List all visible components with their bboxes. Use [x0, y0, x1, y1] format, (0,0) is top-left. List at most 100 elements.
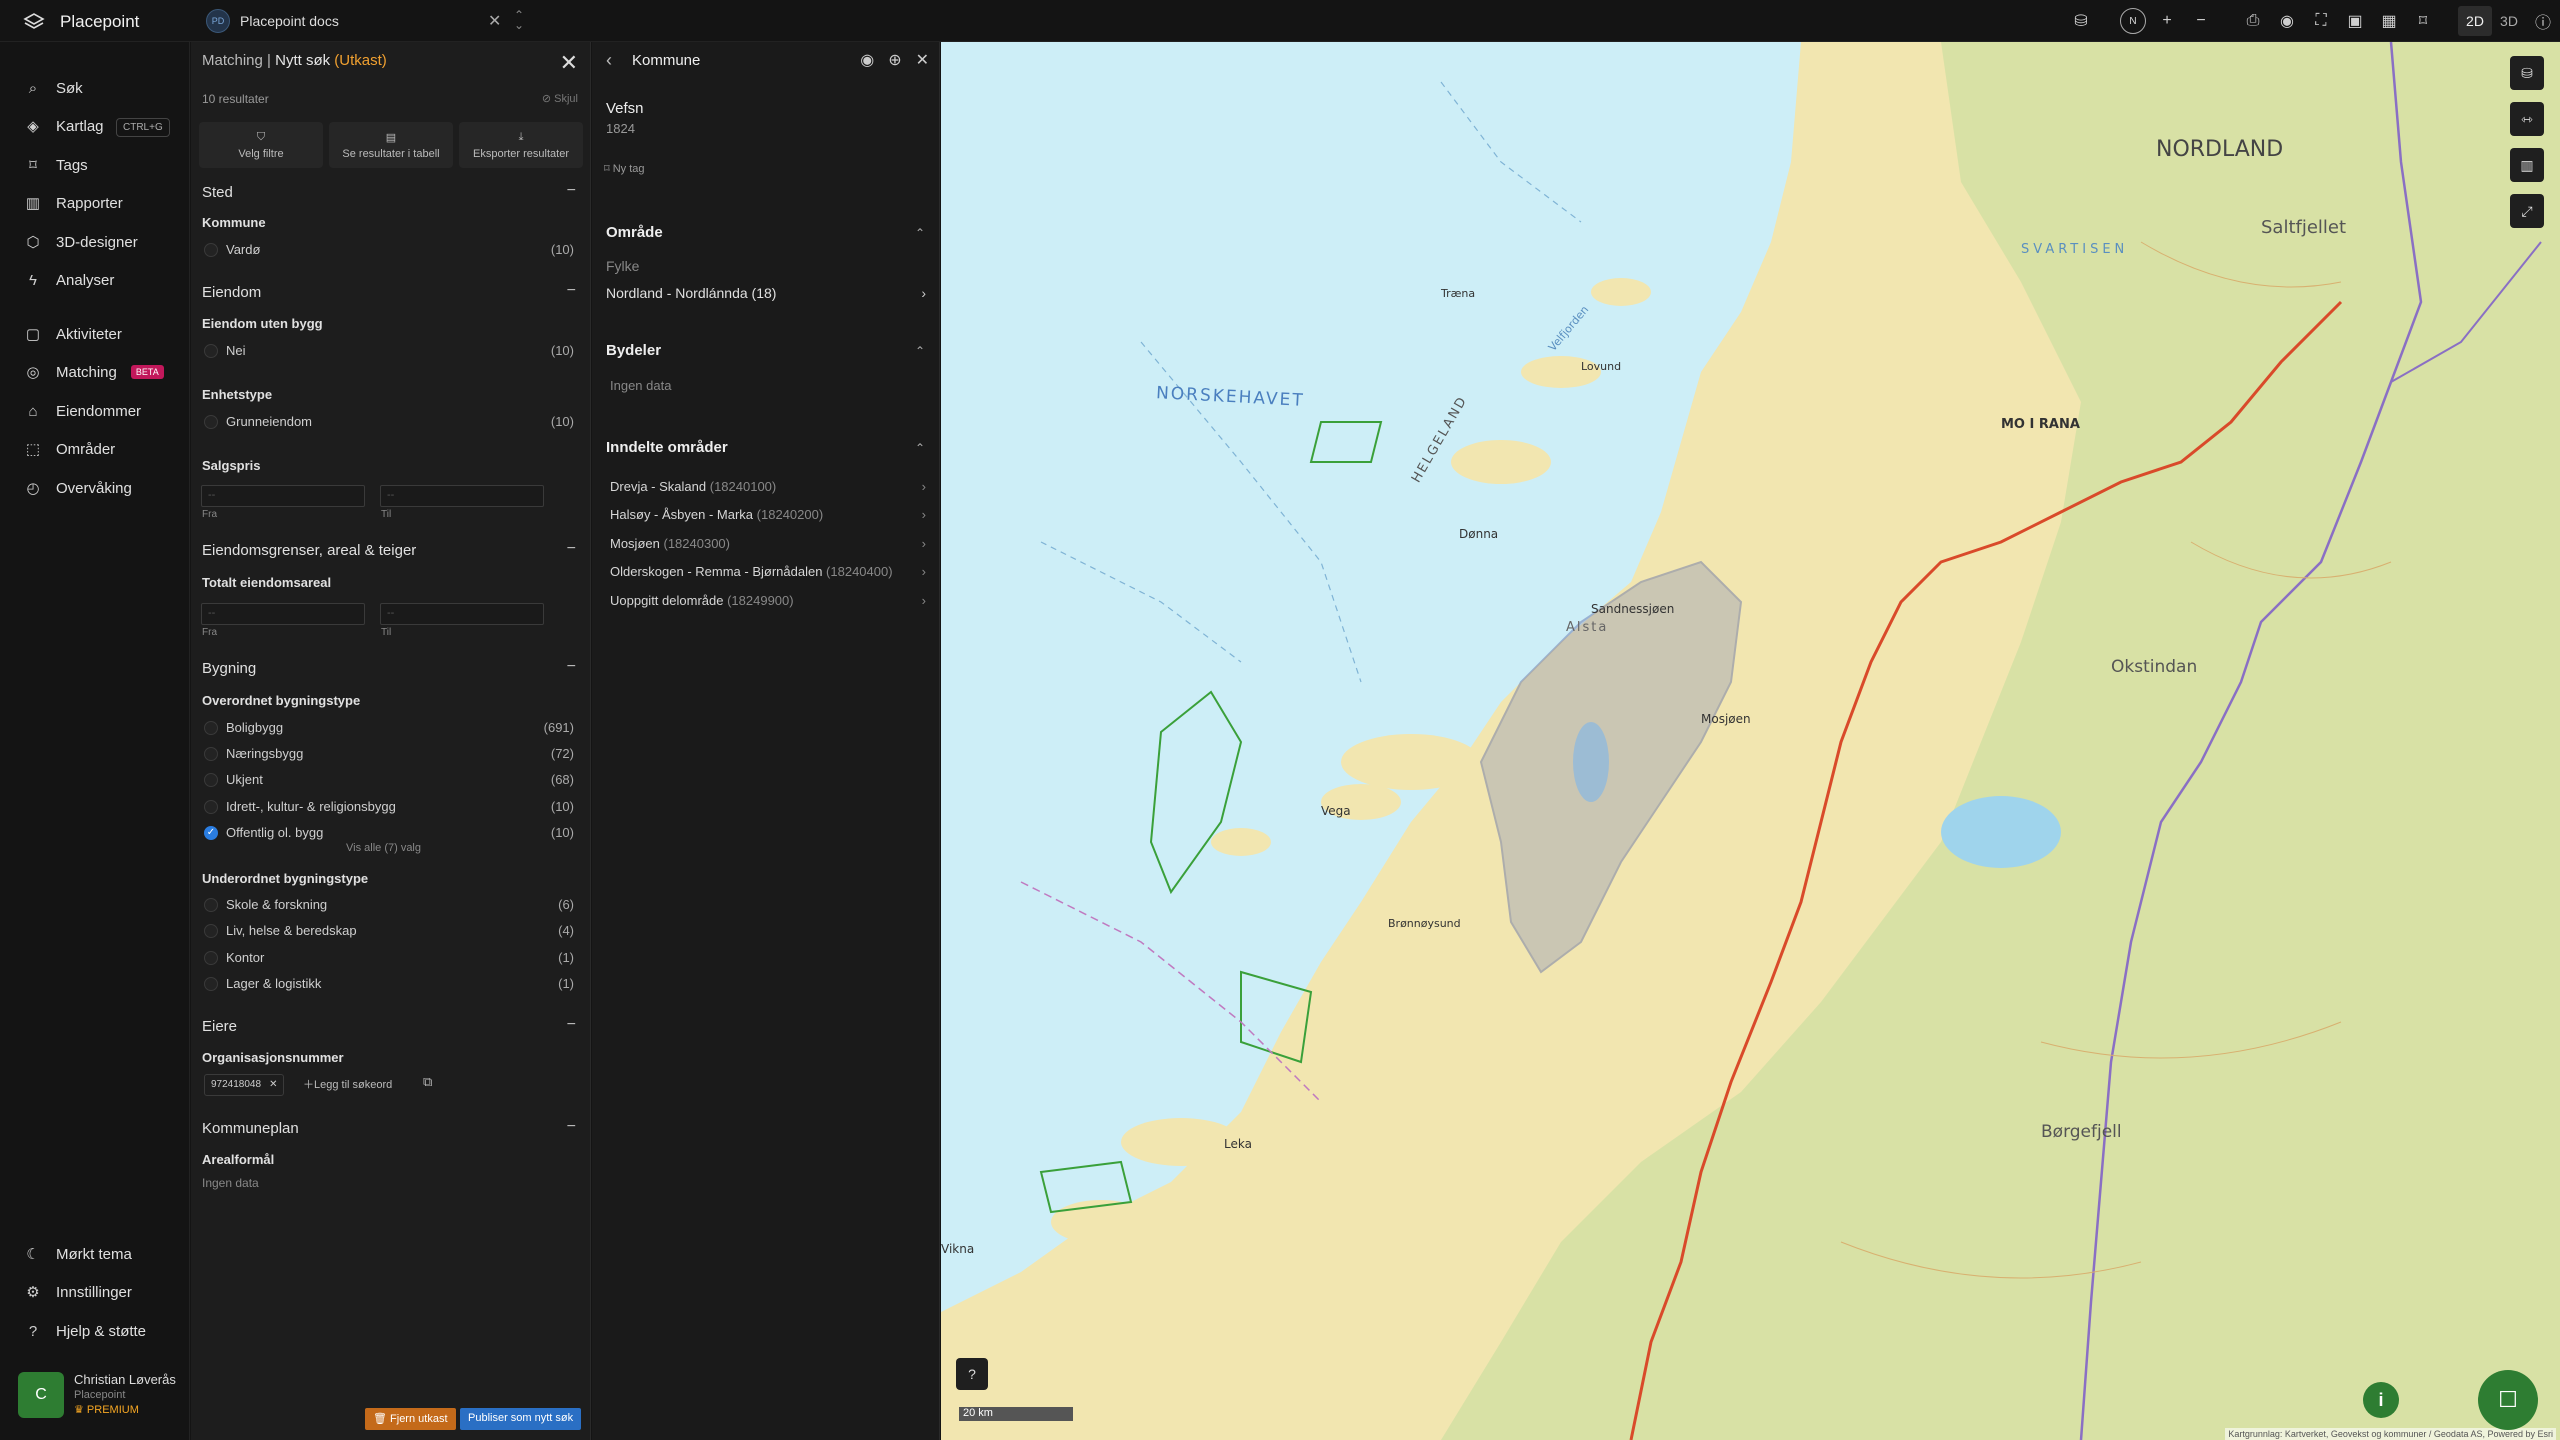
copy-icon[interactable]: ⧉: [423, 1074, 432, 1090]
sidebar-item-matching[interactable]: ◎ Matching BETA: [24, 360, 164, 384]
map-view[interactable]: NORSKEHAVET HELGELAND NORDLAND SVARTISEN…: [941, 42, 2560, 1440]
collapse-icon[interactable]: −: [567, 182, 576, 200]
add-keyword-button[interactable]: ＋Legg til søkeord: [303, 1076, 392, 1092]
close-icon[interactable]: ✕: [560, 50, 578, 76]
checkbox-skole[interactable]: Skole & forskning (6): [204, 897, 574, 912]
chevron-up-icon[interactable]: ⌃: [915, 344, 925, 358]
collapse-icon[interactable]: −: [567, 282, 576, 300]
view-table-button[interactable]: ▤ Se resultater i tabell: [329, 122, 453, 168]
collapse-icon[interactable]: −: [567, 658, 576, 676]
areal-from-input[interactable]: --: [201, 603, 365, 625]
chevron-up-icon[interactable]: ⌃: [915, 441, 925, 455]
collapse-icon[interactable]: −: [567, 1016, 576, 1034]
view-2d-button[interactable]: 2D: [2458, 6, 2492, 36]
grid-icon[interactable]: ▦: [2372, 0, 2406, 42]
map-layers-icon[interactable]: ⛁: [2510, 56, 2544, 90]
checkbox-kontor[interactable]: Kontor (1): [204, 950, 574, 965]
print-icon[interactable]: ⎙: [2236, 0, 2270, 42]
sidebar-item-rapporter[interactable]: ▥ Rapporter: [24, 191, 123, 215]
close-icon[interactable]: ✕: [916, 50, 929, 70]
show-all-link[interactable]: Vis alle (7) valg: [346, 842, 421, 854]
area-row[interactable]: Olderskogen - Remma - Bjørnådalen (18240…: [610, 564, 926, 579]
area-row[interactable]: Uoppgitt delområde (18249900) ›: [610, 593, 926, 608]
collapse-icon[interactable]: −: [567, 540, 576, 558]
chevron-updown-icon[interactable]: ⌃ ⌄: [514, 9, 524, 31]
checkbox-naeringsbygg[interactable]: Næringsbygg (72): [204, 746, 574, 761]
map-label-bronnoysund: Brønnøysund: [1388, 917, 1461, 930]
help-icon[interactable]: ?: [956, 1358, 988, 1390]
section-omrade[interactable]: Område: [606, 224, 663, 241]
fylke-row[interactable]: Nordland - Nordlánnda (18) ›: [606, 285, 926, 301]
sidebar-item-help[interactable]: ? Hjelp & støtte: [24, 1319, 146, 1343]
area-row[interactable]: Mosjøen (18240300) ›: [610, 536, 926, 551]
sidebar-item-aktiviteter[interactable]: ▢ Aktiviteter: [24, 322, 122, 346]
view-3d-button[interactable]: 3D: [2492, 6, 2526, 36]
sidebar-item-settings[interactable]: ⚙ Innstillinger: [24, 1280, 132, 1304]
sidebar-item-overvaking[interactable]: ◴ Overvåking: [24, 476, 131, 500]
app-logo[interactable]: Placepoint: [22, 10, 139, 34]
crosshair-icon[interactable]: ⊕: [888, 50, 901, 70]
fullscreen-icon[interactable]: ⛶: [2304, 0, 2338, 42]
section-sted[interactable]: Sted: [202, 184, 233, 201]
publish-button[interactable]: Publiser som nytt søk: [460, 1408, 582, 1430]
section-eiere[interactable]: Eiere: [202, 1018, 237, 1035]
chevron-left-icon[interactable]: ‹: [606, 50, 612, 71]
checkbox-idrett[interactable]: Idrett-, kultur- & religionsbygg (10): [204, 799, 574, 814]
section-eiendom[interactable]: Eiendom: [202, 284, 261, 301]
chevron-up-icon[interactable]: ⌃: [915, 226, 925, 240]
eye-icon[interactable]: ◉: [2270, 0, 2304, 42]
hide-button[interactable]: ⊘ Skjul: [542, 92, 578, 105]
compass-button[interactable]: N: [2116, 0, 2150, 42]
zoom-out-icon[interactable]: −: [2184, 0, 2218, 42]
layers-stack-icon[interactable]: ⛁: [2064, 0, 2098, 42]
remove-draft-button[interactable]: 🗑 Fjern utkast: [365, 1408, 456, 1430]
section-bydeler[interactable]: Bydeler: [606, 342, 661, 359]
sidebar-item-tags[interactable]: ⌑ Tags: [24, 153, 88, 177]
info-circle-icon[interactable]: ⓘ: [2526, 0, 2560, 42]
area-row[interactable]: Halsøy - Åsbyen - Marka (18240200) ›: [610, 507, 926, 522]
areal-to-input[interactable]: --: [380, 603, 544, 625]
salgspris-from-input[interactable]: --: [201, 485, 365, 507]
checkbox-offentlig[interactable]: ✓ Offentlig ol. bygg (10): [204, 825, 574, 840]
project-selector[interactable]: PD Placepoint docs ✕ ⌃ ⌄: [206, 7, 536, 35]
user-profile[interactable]: C Christian Løverås Placepoint ♛ PREMIUM: [18, 1372, 176, 1418]
checkbox-ukjent[interactable]: Ukjent (68): [204, 772, 574, 787]
map-label-sandnessjoen: Sandnessjøen: [1591, 602, 1675, 616]
bookmark-icon[interactable]: ⌑: [2406, 0, 2440, 42]
sidebar-item-3d-designer[interactable]: ⬡ 3D-designer: [24, 230, 137, 254]
eye-icon[interactable]: ◉: [860, 50, 874, 70]
close-icon[interactable]: ✕: [488, 11, 501, 31]
chart-icon[interactable]: ▥: [2510, 148, 2544, 182]
camera-icon[interactable]: ▣: [2338, 0, 2372, 42]
measure-icon[interactable]: ⇿: [2510, 102, 2544, 136]
sidebar-item-omrader[interactable]: ⬚ Områder: [24, 437, 115, 461]
zoom-in-icon[interactable]: +: [2150, 0, 2184, 42]
sidebar-item-search[interactable]: ⌕ Søk: [24, 76, 83, 100]
export-button[interactable]: ⤓ Eksporter resultater: [459, 122, 583, 168]
chat-icon[interactable]: ☐: [2478, 1370, 2538, 1430]
area-row[interactable]: Drevja - Skaland (18240100) ›: [610, 479, 926, 494]
section-inndelte[interactable]: Inndelte områder: [606, 439, 728, 456]
collapse-icon[interactable]: −: [567, 1118, 576, 1136]
checkbox-helse[interactable]: Liv, helse & beredskap (4): [204, 923, 574, 938]
info-icon[interactable]: i: [2363, 1382, 2399, 1418]
remove-icon[interactable]: ✕: [269, 1079, 277, 1091]
section-bygning[interactable]: Bygning: [202, 660, 256, 677]
salgspris-to-input[interactable]: --: [380, 485, 544, 507]
sidebar-item-analyser[interactable]: ϟ Analyser: [24, 268, 114, 292]
map-canvas[interactable]: [941, 42, 2560, 1440]
choose-filters-button[interactable]: ⛉ Velg filtre: [199, 122, 323, 168]
new-tag-button[interactable]: ⌑ Ny tag: [604, 162, 645, 175]
checkbox-vardo[interactable]: Vardø (10): [204, 242, 574, 257]
checkbox-nei[interactable]: Nei (10): [204, 343, 574, 358]
breadcrumb-matching[interactable]: Matching: [202, 52, 263, 69]
section-grenser[interactable]: Eiendomsgrenser, areal & teiger: [202, 542, 416, 559]
profile-icon[interactable]: ⤢: [2510, 194, 2544, 228]
checkbox-boligbygg[interactable]: Boligbygg (691): [204, 720, 574, 735]
checkbox-lager[interactable]: Lager & logistikk (1): [204, 976, 574, 991]
section-kommuneplan[interactable]: Kommuneplan: [202, 1120, 299, 1137]
sidebar-item-eiendommer[interactable]: ⌂ Eiendommer: [24, 399, 141, 423]
sidebar-item-dark-theme[interactable]: ☾ Mørkt tema: [24, 1242, 132, 1266]
sidebar-item-kartlag[interactable]: ◈ Kartlag: [24, 114, 103, 138]
checkbox-grunneiendom[interactable]: Grunneiendom (10): [204, 414, 574, 429]
